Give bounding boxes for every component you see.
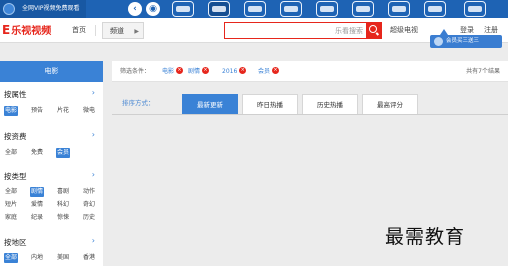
nav-home-link[interactable]: 首页 — [72, 18, 86, 43]
option-short[interactable]: 短片 — [4, 200, 18, 210]
filter-tag-label: 剧情 — [188, 68, 201, 75]
close-icon[interactable]: × — [202, 67, 210, 74]
search-input[interactable] — [225, 23, 367, 38]
active-filters-bar: 筛选条件： 电影 × 剧情 × 2016 × 会员 × 共有7个结果 — [112, 61, 508, 82]
more-icon[interactable] — [464, 1, 486, 17]
search-field — [224, 22, 382, 39]
game-icon[interactable] — [424, 1, 446, 17]
pay-icon[interactable] — [352, 1, 374, 17]
option-micro-film[interactable]: 微电 — [82, 106, 96, 116]
group-title: 按类型 — [4, 172, 27, 181]
member-promo-text: 会员买三送三 — [446, 38, 480, 44]
option-scifi[interactable]: 科幻 — [56, 200, 70, 210]
back-arrow-icon[interactable]: ‹ — [128, 2, 142, 16]
option-all[interactable]: 全部 — [4, 148, 18, 158]
filter-tag-label: 会员 — [258, 68, 271, 75]
option-family[interactable]: 家庭 — [4, 213, 18, 223]
tab-yesterday-hot[interactable]: 昨日热播 — [242, 94, 298, 114]
group-title: 按属性 — [4, 90, 27, 99]
option-action[interactable]: 动作 — [82, 187, 96, 197]
category-sidebar: 电影 按属性 › 电影 预告 片花 微电 按资费 › 全部 免费 会员 按类型 … — [0, 61, 103, 266]
chevron-right-icon[interactable]: › — [92, 236, 95, 245]
chevron-right-icon[interactable]: › — [92, 88, 95, 97]
group-title: 按地区 — [4, 238, 27, 247]
option-usa[interactable]: 美国 — [56, 253, 70, 263]
option-all[interactable]: 全部 — [4, 253, 19, 263]
sort-bar: 排序方式： 最新更新 昨日热播 历史热播 最高评分 — [112, 92, 508, 115]
filter-tag-label: 电影 — [162, 68, 175, 75]
movie-icon[interactable] — [244, 1, 266, 17]
chevron-right-icon: ▶ — [134, 28, 139, 35]
option-fantasy[interactable]: 奇幻 — [82, 200, 96, 210]
avatar — [434, 37, 443, 46]
filter-label: 筛选条件： — [120, 68, 151, 75]
watermark-text: 最需教育 — [385, 226, 466, 248]
chevron-right-icon[interactable]: › — [92, 130, 95, 139]
super-tv-link[interactable]: 超级电视 — [390, 18, 418, 43]
filter-tag[interactable]: 电影 × — [162, 61, 184, 82]
live-icon[interactable] — [208, 1, 230, 17]
nav-divider — [95, 25, 96, 36]
chat-icon[interactable] — [316, 1, 338, 17]
option-drama[interactable]: 剧情 — [30, 187, 45, 197]
tab-history-hot[interactable]: 历史热播 — [302, 94, 358, 114]
channel-dropdown-label: 频道 — [110, 27, 124, 35]
option-movie[interactable]: 电影 — [4, 106, 19, 116]
option-documentary[interactable]: 纪录 — [30, 213, 44, 223]
search-icon-handle — [375, 32, 380, 36]
option-history[interactable]: 历史 — [82, 213, 96, 223]
result-count: 共有7个结果 — [466, 68, 500, 75]
option-member[interactable]: 会员 — [56, 148, 71, 158]
channel-dropdown[interactable]: 频道 ▶ — [102, 22, 144, 39]
close-icon[interactable]: × — [272, 67, 280, 74]
chevron-right-icon[interactable]: › — [92, 170, 95, 179]
tab-latest-update[interactable]: 最新更新 — [182, 94, 238, 114]
tab-top-rated[interactable]: 最高评分 — [362, 94, 418, 114]
option-all[interactable]: 全部 — [4, 187, 18, 197]
filter-tag[interactable]: 会员 × — [258, 61, 280, 82]
letv-brand-logo[interactable]: E乐视视频 — [0, 18, 60, 43]
filter-tag[interactable]: 剧情 × — [188, 61, 210, 82]
option-trailer[interactable]: 预告 — [30, 106, 44, 116]
filter-tag[interactable]: 2016 × — [222, 61, 247, 82]
member-promo-tag[interactable]: 会员买三送三 — [430, 35, 502, 48]
group-title: 按资费 — [4, 132, 27, 141]
filter-tag-label: 2016 — [222, 68, 238, 75]
option-clip[interactable]: 片花 — [56, 106, 70, 116]
option-free[interactable]: 免费 — [30, 148, 44, 158]
search-button[interactable] — [366, 23, 381, 38]
play-icon[interactable] — [280, 1, 302, 17]
vip-promo-banner[interactable]: 全网VIP视频免费观看 — [0, 0, 86, 18]
option-comedy[interactable]: 喜剧 — [56, 187, 70, 197]
option-hongkong[interactable]: 香港 — [82, 253, 96, 263]
brand-mark: E — [2, 23, 11, 37]
vip-promo-text: 全网VIP视频免费观看 — [22, 5, 80, 12]
sidebar-header[interactable]: 电影 — [0, 61, 103, 82]
close-icon[interactable]: × — [176, 67, 184, 74]
option-thriller[interactable]: 惊悚 — [56, 213, 70, 223]
letv-logo-icon — [3, 3, 15, 15]
sort-label: 排序方式： — [122, 99, 155, 107]
brand-name: 乐视视频 — [11, 26, 52, 37]
top-banner: 全网VIP视频免费观看 ‹ ◉ — [0, 0, 508, 18]
record-icon[interactable]: ◉ — [146, 2, 160, 16]
option-romance[interactable]: 爱情 — [30, 200, 44, 210]
film-icon[interactable] — [388, 1, 410, 17]
option-mainland[interactable]: 内地 — [30, 253, 44, 263]
tv-icon[interactable] — [172, 1, 194, 17]
close-icon[interactable]: × — [239, 67, 247, 74]
